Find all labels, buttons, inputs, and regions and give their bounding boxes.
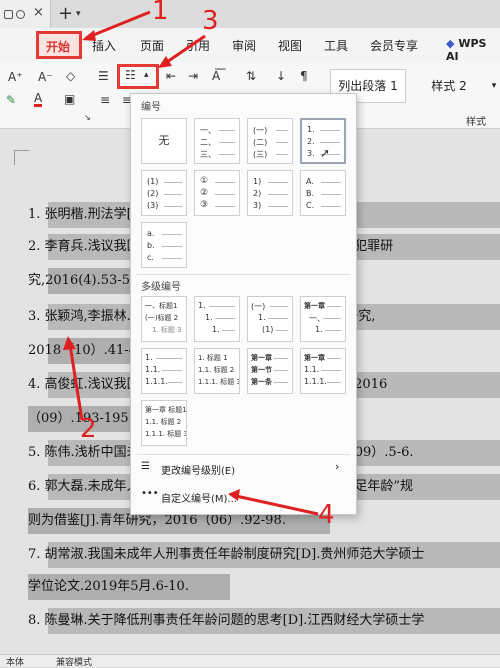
annotation-arrowhead-3 bbox=[158, 56, 172, 68]
annotation-arrowhead-1 bbox=[82, 30, 96, 41]
annotation-arrow-1 bbox=[85, 10, 151, 40]
annotation-arrowhead-4 bbox=[228, 489, 240, 501]
annotation-number-1: 1 bbox=[152, 0, 169, 26]
annotation-number-2: 2 bbox=[80, 414, 97, 444]
annotation-arrow-4 bbox=[235, 494, 319, 516]
annotation-number-4: 4 bbox=[318, 500, 335, 530]
annotation-number-3: 3 bbox=[202, 6, 219, 36]
annotation-arrow-2 bbox=[68, 344, 84, 421]
annotation-overlay bbox=[63, 10, 319, 516]
annotation-arrow-3 bbox=[163, 34, 206, 66]
annotation-arrowhead-2 bbox=[63, 336, 76, 350]
